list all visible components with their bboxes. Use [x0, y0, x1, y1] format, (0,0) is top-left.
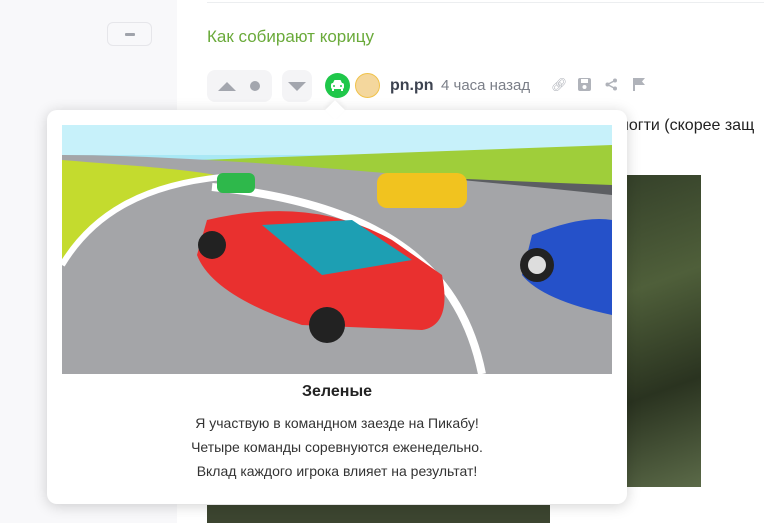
race-illustration [62, 125, 612, 374]
popup-arrow [325, 100, 345, 120]
arrow-up-icon[interactable] [218, 82, 236, 91]
flag-icon[interactable] [632, 78, 646, 92]
post-title[interactable]: Как собирают корицу [207, 27, 374, 47]
divider [207, 2, 764, 3]
popup-line: Вклад каждого игрока влияет на результат… [196, 463, 478, 479]
upvote-group [207, 70, 272, 102]
avatar[interactable] [355, 73, 380, 98]
post-body-text: ногти (скорее защ [620, 117, 755, 134]
popup-line: Я участвую в командном заезде на Пикабу! [195, 415, 479, 431]
arrow-down-icon [288, 82, 306, 91]
dot-icon [250, 81, 260, 91]
team-popup: Зеленые Я участвую в командном заезде на… [47, 100, 627, 504]
post-image-2 [207, 505, 550, 523]
author-name[interactable]: pn.pn [390, 77, 434, 95]
collapse-button[interactable] [107, 22, 152, 46]
save-icon[interactable] [577, 78, 591, 92]
car-badge-icon[interactable] [325, 73, 350, 98]
share-icon[interactable] [604, 78, 618, 92]
popup-line: Четыре команды соревнуются еженедельно. [191, 439, 483, 455]
post-time: 4 часа назад [441, 77, 531, 94]
minus-icon [125, 33, 135, 36]
team-name: Зеленые [302, 383, 372, 400]
link-icon[interactable]: 🔗︎ [551, 78, 568, 92]
downvote-button[interactable] [282, 70, 312, 102]
